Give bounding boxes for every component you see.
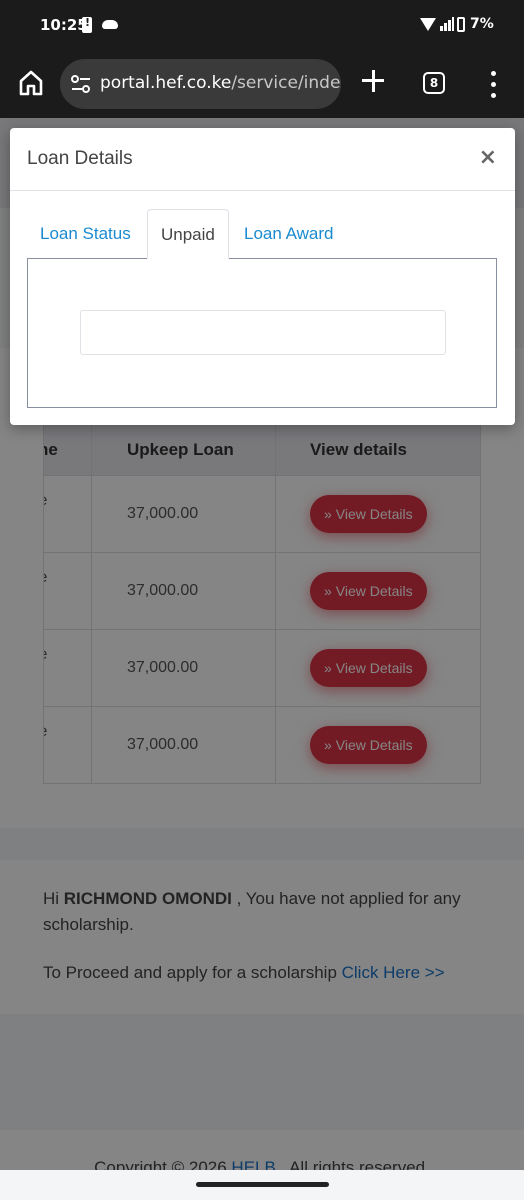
tab-unpaid[interactable]: Unpaid (147, 209, 229, 259)
gesture-handle[interactable] (196, 1182, 329, 1187)
wifi-icon (420, 18, 436, 31)
tab-loan-status[interactable]: Loan Status (27, 209, 144, 259)
tab-switcher-button[interactable]: 8 (423, 72, 445, 94)
url-text[interactable]: portal.hef.co.ke/service/index/f (100, 73, 341, 93)
status-bar: 10:25 7% (0, 0, 524, 52)
battery-icon (457, 17, 465, 32)
browser-toolbar: portal.hef.co.ke/service/index/f 8 (0, 52, 524, 118)
modal-tabs: Loan Status Unpaid Loan Award (27, 209, 497, 259)
battery-alert-icon (82, 16, 92, 33)
more-menu-icon[interactable] (488, 71, 498, 99)
unpaid-content-box (80, 310, 446, 355)
close-icon[interactable]: × (479, 145, 497, 170)
signal-icon (440, 17, 454, 31)
tab-loan-award[interactable]: Loan Award (231, 209, 346, 259)
cloud-icon (102, 20, 118, 29)
url-path: /service/index/f (231, 73, 341, 93)
gesture-bar (0, 1170, 524, 1200)
tab-content-panel (27, 258, 497, 408)
home-icon[interactable] (14, 66, 48, 100)
modal-title: Loan Details (27, 148, 133, 169)
battery-percent: 7% (470, 16, 494, 32)
modal-header: Loan Details × (10, 128, 515, 191)
site-settings-icon[interactable] (70, 75, 92, 93)
status-time: 10:25 (40, 16, 88, 34)
new-tab-icon[interactable] (360, 68, 386, 94)
url-domain: portal.hef.co.ke (100, 73, 232, 93)
loan-details-modal: Loan Details × Loan Status Unpaid Loan A… (10, 128, 515, 425)
address-bar[interactable]: portal.hef.co.ke/service/index/f (60, 59, 341, 109)
